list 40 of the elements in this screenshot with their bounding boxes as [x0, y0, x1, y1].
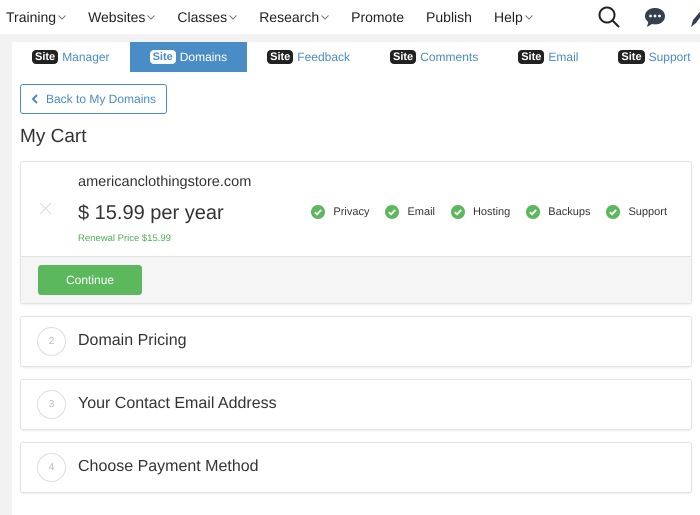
price: $ 15.99 per year	[78, 200, 225, 226]
menu-item[interactable]: Websites	[88, 6, 146, 28]
feature-label: Support	[628, 204, 667, 220]
back-button[interactable]: Back to My Domains	[20, 84, 168, 114]
menu-item[interactable]: Research	[259, 6, 320, 28]
feature-label: Email	[407, 204, 435, 220]
step-number: 3	[37, 390, 66, 419]
renewal-price: Renewal Price $15.99	[78, 232, 172, 246]
step-title: Domain Pricing	[78, 331, 186, 352]
domain-name: americanclothingstore.com	[78, 172, 252, 192]
chat-icon[interactable]	[644, 6, 666, 28]
check-circle-icon	[606, 204, 620, 219]
menu-item[interactable]: Training	[6, 6, 56, 28]
step-card[interactable]: 4 Choose Payment Method	[20, 442, 692, 493]
check-circle-icon	[526, 204, 540, 219]
step-number: 4	[37, 452, 66, 482]
check-circle-icon	[385, 204, 400, 219]
menu-item[interactable]: Publish	[426, 6, 472, 28]
search-icon[interactable]	[598, 6, 620, 28]
step-card[interactable]: 3 Your Contact Email Address	[20, 378, 692, 430]
step-card[interactable]: 2 Domain Pricing	[20, 316, 692, 367]
tab[interactable]: Site Email	[498, 42, 598, 72]
tab[interactable]: Site Manager	[12, 42, 130, 72]
feature-label: Privacy	[333, 204, 370, 220]
menu-item[interactable]: Help	[494, 6, 523, 28]
tab[interactable]: Site Feedback	[247, 42, 370, 72]
step-title: Choose Payment Method	[78, 457, 259, 478]
tab[interactable]: Site Domains	[130, 42, 248, 72]
menu-item[interactable]: Classes	[177, 6, 228, 28]
check-circle-icon	[450, 204, 465, 219]
feature-label: Hosting	[472, 204, 510, 220]
step-title: Your Contact Email Address	[78, 394, 277, 414]
feature-label: Backups	[548, 204, 590, 220]
chevron-left-icon	[31, 94, 38, 104]
tab[interactable]: Site Comments	[370, 42, 498, 72]
page-heading: My Cart	[20, 126, 88, 149]
menu-item[interactable]: Promote	[351, 6, 404, 28]
step-number: 2	[37, 326, 66, 356]
tab[interactable]: Site Support	[598, 42, 700, 72]
check-circle-icon	[311, 204, 326, 219]
